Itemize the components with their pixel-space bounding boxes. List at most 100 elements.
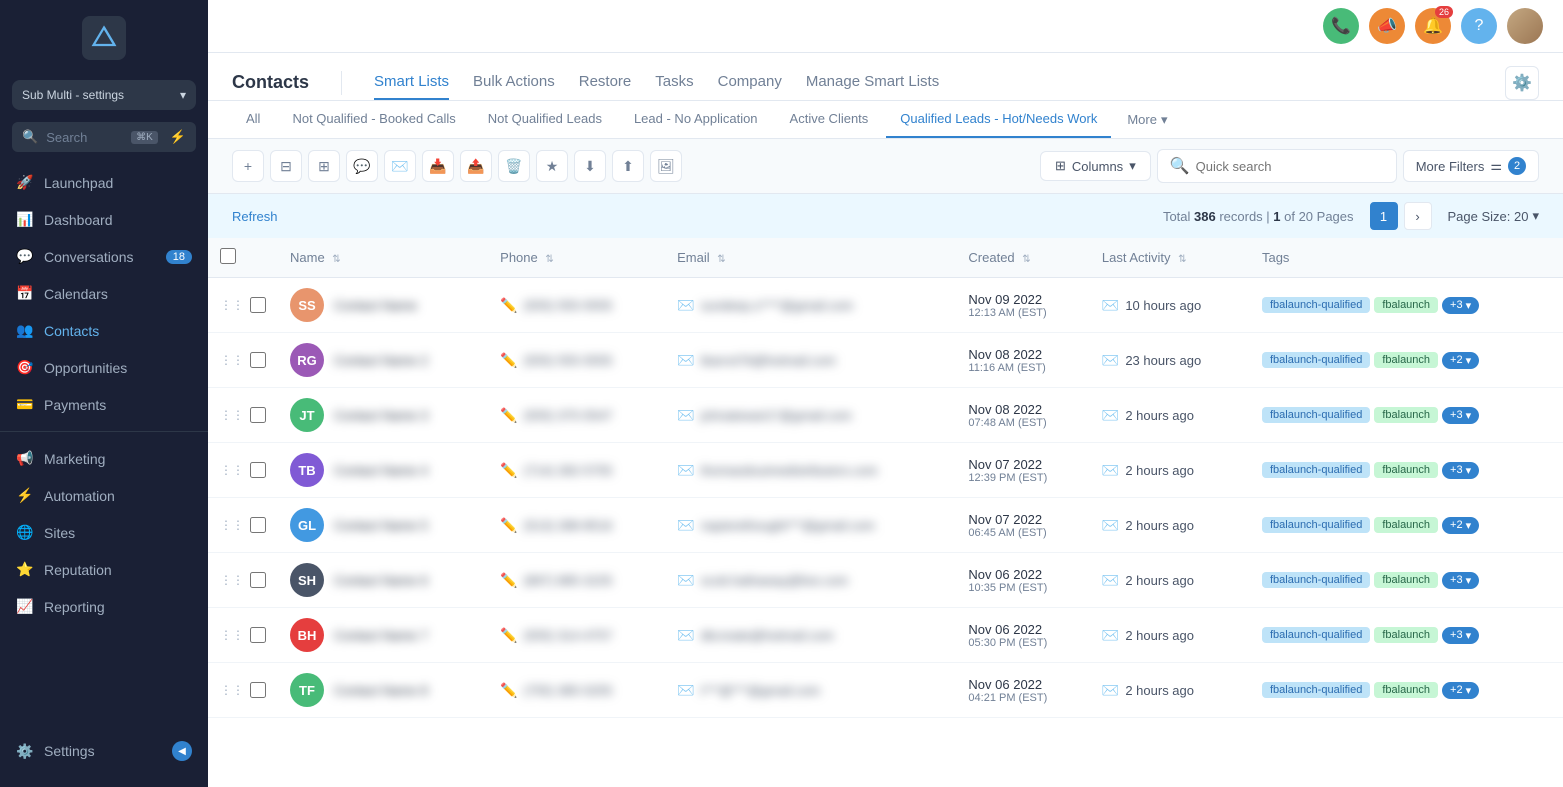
tag-fbalaunch[interactable]: fbalaunch bbox=[1374, 572, 1438, 588]
tag-fbalaunch[interactable]: fbalaunch bbox=[1374, 682, 1438, 698]
contact-name[interactable]: Contact Name 3 bbox=[334, 408, 428, 423]
tag-fbalaunch[interactable]: fbalaunch bbox=[1374, 517, 1438, 533]
smartlist-tab-qualified-leads[interactable]: Qualified Leads - Hot/Needs Work bbox=[886, 101, 1111, 138]
col-header-email[interactable]: Email ⇅ bbox=[665, 238, 956, 278]
row-checkbox[interactable] bbox=[250, 627, 266, 643]
export-button[interactable]: 📤 bbox=[460, 150, 492, 182]
contact-name[interactable]: Contact Name 8 bbox=[334, 683, 428, 698]
drag-handle[interactable]: ⋮⋮ bbox=[220, 628, 244, 642]
extra-tags-button[interactable]: +3 ▾ bbox=[1442, 407, 1479, 424]
account-switcher[interactable]: Sub Multi - settings ▾ bbox=[12, 80, 196, 110]
tab-smart-lists[interactable]: Smart Lists bbox=[374, 65, 449, 100]
tag-fbalaunch[interactable]: fbalaunch bbox=[1374, 627, 1438, 643]
sidebar-item-conversations[interactable]: 💬 Conversations 18 bbox=[0, 238, 208, 275]
col-header-name[interactable]: Name ⇅ bbox=[278, 238, 488, 278]
view-button[interactable]: ⊞ bbox=[308, 150, 340, 182]
page-1-button[interactable]: 1 bbox=[1370, 202, 1398, 230]
contact-name[interactable]: Contact Name 4 bbox=[334, 463, 428, 478]
columns-button[interactable]: ⊞ Columns ▾ bbox=[1040, 151, 1151, 181]
tag-fbalaunch[interactable]: fbalaunch bbox=[1374, 297, 1438, 313]
sidebar-item-launchpad[interactable]: 🚀 Launchpad bbox=[0, 164, 208, 201]
extra-tags-button[interactable]: +3 ▾ bbox=[1442, 462, 1479, 479]
star-button[interactable]: ★ bbox=[536, 150, 568, 182]
sidebar-item-settings[interactable]: ⚙️ Settings ◀ bbox=[0, 731, 208, 771]
smartlist-tab-more[interactable]: More ▾ bbox=[1115, 102, 1179, 138]
app-logo[interactable] bbox=[82, 16, 126, 60]
delete-button[interactable]: 🗑️ bbox=[498, 150, 530, 182]
tag-fbalaunch-qualified[interactable]: fbalaunch-qualified bbox=[1262, 517, 1370, 533]
phone-button[interactable]: 📞 bbox=[1323, 8, 1359, 44]
sidebar-item-automation[interactable]: ⚡ Automation bbox=[0, 477, 208, 514]
drag-handle[interactable]: ⋮⋮ bbox=[220, 573, 244, 587]
smartlist-tab-not-qualified-booked[interactable]: Not Qualified - Booked Calls bbox=[278, 101, 469, 138]
col-header-last-activity[interactable]: Last Activity ⇅ bbox=[1090, 238, 1250, 278]
contact-name[interactable]: Contact Name 2 bbox=[334, 353, 428, 368]
row-checkbox[interactable] bbox=[250, 352, 266, 368]
bell-button[interactable]: 🔔 26 bbox=[1415, 8, 1451, 44]
sidebar-item-calendars[interactable]: 📅 Calendars bbox=[0, 275, 208, 312]
col-header-created[interactable]: Created ⇅ bbox=[956, 238, 1089, 278]
sidebar-item-marketing[interactable]: 📢 Marketing bbox=[0, 440, 208, 477]
sidebar-item-opportunities[interactable]: 🎯 Opportunities bbox=[0, 349, 208, 386]
message-button[interactable]: 💬 bbox=[346, 150, 378, 182]
sidebar-item-contacts[interactable]: 👥 Contacts bbox=[0, 312, 208, 349]
more-filters-button[interactable]: More Filters ⚌ 2 bbox=[1403, 150, 1539, 182]
drag-handle[interactable]: ⋮⋮ bbox=[220, 298, 244, 312]
tab-company[interactable]: Company bbox=[718, 65, 782, 100]
row-checkbox[interactable] bbox=[250, 407, 266, 423]
smartlist-tab-lead-no-app[interactable]: Lead - No Application bbox=[620, 101, 772, 138]
refresh-button[interactable]: Refresh bbox=[232, 209, 278, 224]
smartlist-tab-not-qualified-leads[interactable]: Not Qualified Leads bbox=[474, 101, 616, 138]
extra-tags-button[interactable]: +2 ▾ bbox=[1442, 682, 1479, 699]
extra-tags-button[interactable]: +2 ▾ bbox=[1442, 352, 1479, 369]
tag-fbalaunch[interactable]: fbalaunch bbox=[1374, 352, 1438, 368]
collapse-button[interactable]: ◀ bbox=[172, 741, 192, 761]
smartlist-tab-active-clients[interactable]: Active Clients bbox=[776, 101, 883, 138]
sidebar-item-reporting[interactable]: 📈 Reporting bbox=[0, 588, 208, 625]
tab-bulk-actions[interactable]: Bulk Actions bbox=[473, 65, 555, 100]
add-button[interactable]: + bbox=[232, 150, 264, 182]
tag-fbalaunch-qualified[interactable]: fbalaunch-qualified bbox=[1262, 572, 1370, 588]
row-checkbox[interactable] bbox=[250, 682, 266, 698]
download-button[interactable]: ⬇ bbox=[574, 150, 606, 182]
drag-handle[interactable]: ⋮⋮ bbox=[220, 463, 244, 477]
sidebar-item-sites[interactable]: 🌐 Sites bbox=[0, 514, 208, 551]
page-size-selector[interactable]: Page Size: 20 ▾ bbox=[1448, 208, 1539, 224]
tag-fbalaunch-qualified[interactable]: fbalaunch-qualified bbox=[1262, 682, 1370, 698]
sidebar-item-payments[interactable]: 💳 Payments bbox=[0, 386, 208, 423]
tab-tasks[interactable]: Tasks bbox=[655, 65, 693, 100]
tag-fbalaunch-qualified[interactable]: fbalaunch-qualified bbox=[1262, 462, 1370, 478]
import-button[interactable]: 📥 bbox=[422, 150, 454, 182]
extra-tags-button[interactable]: +3 ▾ bbox=[1442, 572, 1479, 589]
tag-fbalaunch-qualified[interactable]: fbalaunch-qualified bbox=[1262, 352, 1370, 368]
tag-fbalaunch-qualified[interactable]: fbalaunch-qualified bbox=[1262, 627, 1370, 643]
contact-name[interactable]: Contact Name 7 bbox=[334, 628, 428, 643]
extra-tags-button[interactable]: +3 ▾ bbox=[1442, 297, 1479, 314]
extra-tags-button[interactable]: +3 ▾ bbox=[1442, 627, 1479, 644]
tag-fbalaunch-qualified[interactable]: fbalaunch-qualified bbox=[1262, 407, 1370, 423]
upload-button[interactable]: ⬆ bbox=[612, 150, 644, 182]
search-box[interactable]: 🔍 bbox=[1157, 149, 1397, 183]
next-page-button[interactable]: › bbox=[1404, 202, 1432, 230]
col-header-phone[interactable]: Phone ⇅ bbox=[488, 238, 665, 278]
row-checkbox[interactable] bbox=[250, 517, 266, 533]
row-checkbox[interactable] bbox=[250, 572, 266, 588]
tag-fbalaunch-qualified[interactable]: fbalaunch-qualified bbox=[1262, 297, 1370, 313]
tag-fbalaunch[interactable]: fbalaunch bbox=[1374, 462, 1438, 478]
search-input[interactable] bbox=[1196, 159, 1384, 174]
megaphone-button[interactable]: 📣 bbox=[1369, 8, 1405, 44]
drag-handle[interactable]: ⋮⋮ bbox=[220, 408, 244, 422]
image-button[interactable]: 🖼 bbox=[650, 150, 682, 182]
select-all-checkbox[interactable] bbox=[220, 248, 236, 264]
search-button[interactable]: 🔍 Search ⌘K ⚡ bbox=[12, 122, 196, 152]
contact-name[interactable]: Contact Name bbox=[334, 298, 417, 313]
row-checkbox[interactable] bbox=[250, 462, 266, 478]
contact-name[interactable]: Contact Name 5 bbox=[334, 518, 428, 533]
tag-fbalaunch[interactable]: fbalaunch bbox=[1374, 407, 1438, 423]
smartlist-tab-all[interactable]: All bbox=[232, 101, 274, 138]
filter-button[interactable]: ⊟ bbox=[270, 150, 302, 182]
settings-button[interactable]: ⚙️ bbox=[1505, 66, 1539, 100]
drag-handle[interactable]: ⋮⋮ bbox=[220, 518, 244, 532]
contact-name[interactable]: Contact Name 6 bbox=[334, 573, 428, 588]
sidebar-item-dashboard[interactable]: 📊 Dashboard bbox=[0, 201, 208, 238]
